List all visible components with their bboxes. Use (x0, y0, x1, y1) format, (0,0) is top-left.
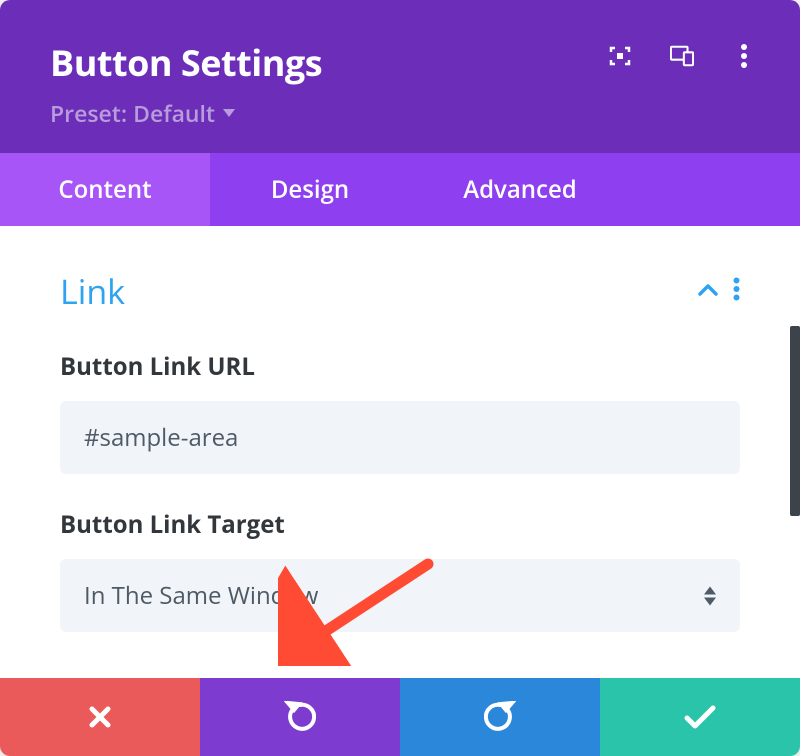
button-link-target-select[interactable]: In The Same Window (60, 559, 740, 632)
field-button-link-target: Button Link Target In The Same Window (60, 508, 740, 632)
modal-header: Button Settings Preset: Default (0, 0, 800, 153)
field-label-target: Button Link Target (60, 508, 740, 541)
section-title[interactable]: Link (60, 268, 125, 314)
field-label-url: Button Link URL (60, 350, 740, 383)
more-menu-icon[interactable] (732, 44, 756, 68)
header-actions (608, 44, 756, 68)
preset-label: Preset: Default (50, 97, 215, 129)
tab-bar: Content Design Advanced (0, 153, 800, 226)
tab-design[interactable]: Design (210, 153, 410, 226)
modal-body: Link Button Link URL Button Link Target (0, 226, 800, 678)
caret-down-icon (223, 109, 235, 117)
preset-selector[interactable]: Preset: Default (50, 97, 750, 129)
scrollbar-thumb[interactable] (790, 326, 800, 516)
save-button[interactable] (600, 678, 800, 756)
settings-modal: Button Settings Preset: Default (0, 0, 800, 756)
section-header: Link (60, 268, 740, 314)
snap-icon[interactable] (608, 44, 632, 68)
tab-content[interactable]: Content (0, 153, 210, 226)
redo-button[interactable] (400, 678, 600, 756)
responsive-view-icon[interactable] (670, 44, 694, 68)
undo-button[interactable] (200, 678, 400, 756)
cancel-button[interactable] (0, 678, 200, 756)
select-value: In The Same Window (60, 559, 740, 632)
button-link-url-input[interactable] (60, 401, 740, 474)
collapse-icon[interactable] (697, 280, 719, 302)
section-actions (697, 277, 740, 306)
modal-footer (0, 678, 800, 756)
field-button-link-url: Button Link URL (60, 350, 740, 474)
section-more-icon[interactable] (733, 277, 740, 306)
tab-advanced[interactable]: Advanced (410, 153, 630, 226)
